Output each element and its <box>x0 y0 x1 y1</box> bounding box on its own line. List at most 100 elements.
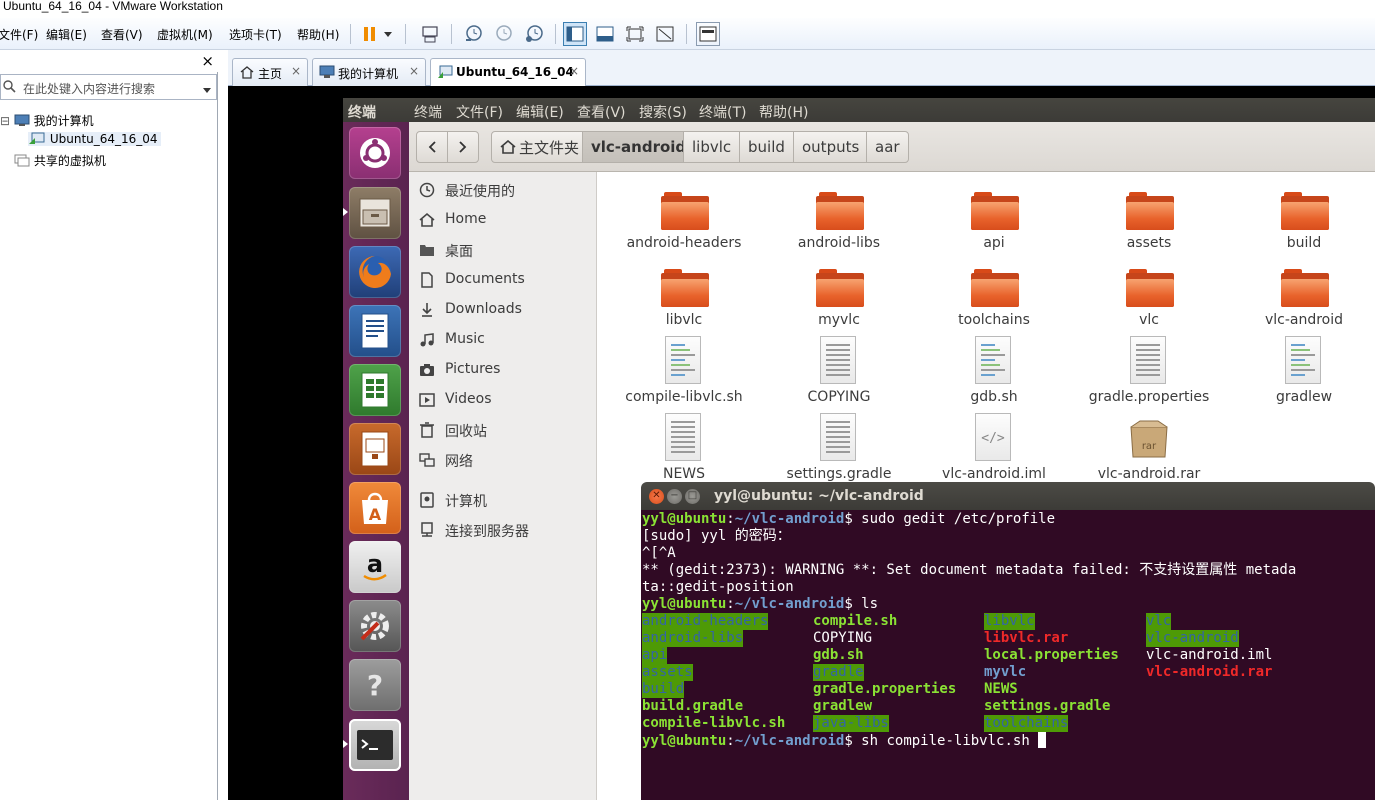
ls-entry: android-headers <box>642 613 769 630</box>
menu-view[interactable]: 查看(V) <box>101 26 143 43</box>
fullscreen-icon[interactable] <box>623 22 647 46</box>
software-center-icon[interactable]: A <box>349 482 401 534</box>
menu-file[interactable]: 文件(F) <box>0 26 38 43</box>
sidebar-item-recent[interactable]: 最近使用的 <box>409 176 597 204</box>
tab-close-icon[interactable]: × <box>409 64 419 78</box>
help-icon[interactable]: ? <box>349 659 401 711</box>
thumbnail-bar-icon[interactable] <box>696 22 720 46</box>
sidebar-item-home[interactable]: Home <box>409 206 597 234</box>
file-item[interactable]: vlc-android <box>1229 257 1375 332</box>
crumb-libvlc[interactable]: libvlc <box>683 131 741 163</box>
ls-entry: myvlc <box>984 664 1027 680</box>
pause-icon[interactable] <box>358 22 382 46</box>
crumb-build[interactable]: build <box>739 131 794 163</box>
folder-icon <box>816 192 864 230</box>
file-name: api <box>983 235 1005 251</box>
power-dropdown-icon[interactable] <box>380 22 396 46</box>
file-item[interactable]: settings.gradle <box>764 411 914 486</box>
file-item[interactable]: gradlew <box>1229 334 1375 409</box>
files-icon[interactable] <box>349 187 401 239</box>
file-item[interactable]: </> vlc-android.iml <box>919 411 1069 486</box>
terminal-icon[interactable] <box>349 719 401 771</box>
writer-icon[interactable] <box>349 305 401 357</box>
file-item[interactable]: NEWS <box>609 411 759 486</box>
file-item[interactable]: assets <box>1074 180 1224 255</box>
music-icon <box>419 332 435 348</box>
library-close-icon[interactable]: × <box>201 52 214 70</box>
sidebar-item-trash[interactable]: 回收站 <box>409 416 597 444</box>
file-item[interactable]: COPYING <box>764 334 914 409</box>
file-item[interactable]: android-libs <box>764 180 914 255</box>
sidebar-item-network[interactable]: 网络 <box>409 446 597 474</box>
snapshot-manager-icon[interactable] <box>522 22 546 46</box>
crumb-aar[interactable]: aar <box>866 131 909 163</box>
file-item[interactable]: gradle.properties <box>1074 334 1224 409</box>
file-item[interactable]: libvlc <box>609 257 759 332</box>
calc-icon[interactable] <box>349 364 401 416</box>
forward-button[interactable] <box>447 131 479 163</box>
amazon-icon[interactable]: a <box>349 541 401 593</box>
script-file-icon <box>1285 336 1321 384</box>
system-settings-icon[interactable] <box>349 600 401 652</box>
sidebar-item-computer[interactable]: 计算机 <box>409 486 597 514</box>
ub-menu-file[interactable]: 文件(F) <box>456 102 503 122</box>
file-item[interactable]: build <box>1229 180 1375 255</box>
ub-menu-edit[interactable]: 编辑(E) <box>516 102 564 122</box>
ub-menu-search[interactable]: 搜索(S) <box>639 102 687 122</box>
file-item[interactable]: api <box>919 180 1069 255</box>
file-item[interactable]: gdb.sh <box>919 334 1069 409</box>
library-search[interactable]: 在此处键入内容进行搜索 <box>0 74 217 100</box>
crumb-outputs[interactable]: outputs <box>793 131 869 163</box>
file-name: libvlc <box>665 312 703 328</box>
terminal-body[interactable]: yyl@ubuntu:~/vlc-android$ sudo gedit /et… <box>641 510 1375 800</box>
file-item[interactable]: compile-libvlc.sh <box>609 334 759 409</box>
console-view-icon[interactable] <box>593 22 617 46</box>
file-item[interactable]: myvlc <box>764 257 914 332</box>
send-keys-icon[interactable] <box>418 22 442 46</box>
ub-menu-terminal-t[interactable]: 终端(T) <box>699 102 746 122</box>
ub-menu-view[interactable]: 查看(V) <box>577 102 626 122</box>
ub-menu-help[interactable]: 帮助(H) <box>759 102 808 122</box>
tab-close-icon[interactable]: × <box>569 64 579 78</box>
sidebar-item-documents[interactable]: Documents <box>409 266 597 294</box>
file-item[interactable]: toolchains <box>919 257 1069 332</box>
snapshot-icon[interactable] <box>461 22 485 46</box>
tab-my-computer[interactable]: 我的计算机 × <box>312 58 426 86</box>
file-item[interactable]: rar vlc-android.rar <box>1074 411 1224 486</box>
tab-close-icon[interactable]: × <box>291 64 301 78</box>
crumb-home[interactable]: 主文件夹 <box>491 131 589 163</box>
ubuntu-dash-icon[interactable] <box>349 127 401 179</box>
menu-edit[interactable]: 编辑(E) <box>46 26 87 43</box>
sidebar-item-music[interactable]: Music <box>409 326 597 354</box>
maximize-icon[interactable]: □ <box>685 489 700 504</box>
ls-entry: vlc <box>1146 613 1172 630</box>
svg-text:A: A <box>369 505 382 524</box>
unity-mode-icon[interactable] <box>653 22 677 46</box>
search-dropdown-icon[interactable] <box>203 83 211 97</box>
tree-my-computer[interactable]: ⊟ 我的计算机 <box>0 112 94 129</box>
menu-vm[interactable]: 虚拟机(M) <box>157 26 213 43</box>
file-item[interactable]: android-headers <box>609 180 759 255</box>
back-button[interactable] <box>416 131 448 163</box>
sidebar-item-downloads[interactable]: Downloads <box>409 296 597 324</box>
firefox-icon[interactable] <box>349 246 401 298</box>
tab-ubuntu[interactable]: Ubuntu_64_16_04 × <box>430 58 586 87</box>
menu-tabs[interactable]: 选项卡(T) <box>229 26 282 43</box>
sidebar-item-pictures[interactable]: Pictures <box>409 356 597 384</box>
crumb-vlc-android[interactable]: vlc-android <box>582 131 696 163</box>
tree-shared-vms[interactable]: 共享的虚拟机 <box>14 152 106 169</box>
library-view-icon[interactable] <box>563 22 587 46</box>
sidebar-item-videos[interactable]: Videos <box>409 386 597 414</box>
minimize-icon[interactable]: − <box>667 489 682 504</box>
ub-menu-terminal[interactable]: 终端 <box>414 102 442 122</box>
file-item[interactable]: vlc <box>1074 257 1224 332</box>
menu-help[interactable]: 帮助(H) <box>297 26 339 43</box>
sidebar-item-desktop[interactable]: 桌面 <box>409 236 597 264</box>
tree-vm-item[interactable]: Ubuntu_64_16_04 <box>28 132 161 146</box>
sidebar-item-connect-server[interactable]: 连接到服务器 <box>409 516 597 544</box>
tab-home[interactable]: 主页 × <box>232 58 308 86</box>
close-icon[interactable]: ✕ <box>649 489 664 504</box>
home-icon <box>240 66 254 79</box>
impress-icon[interactable] <box>349 423 401 475</box>
revert-snapshot-icon[interactable] <box>491 22 515 46</box>
